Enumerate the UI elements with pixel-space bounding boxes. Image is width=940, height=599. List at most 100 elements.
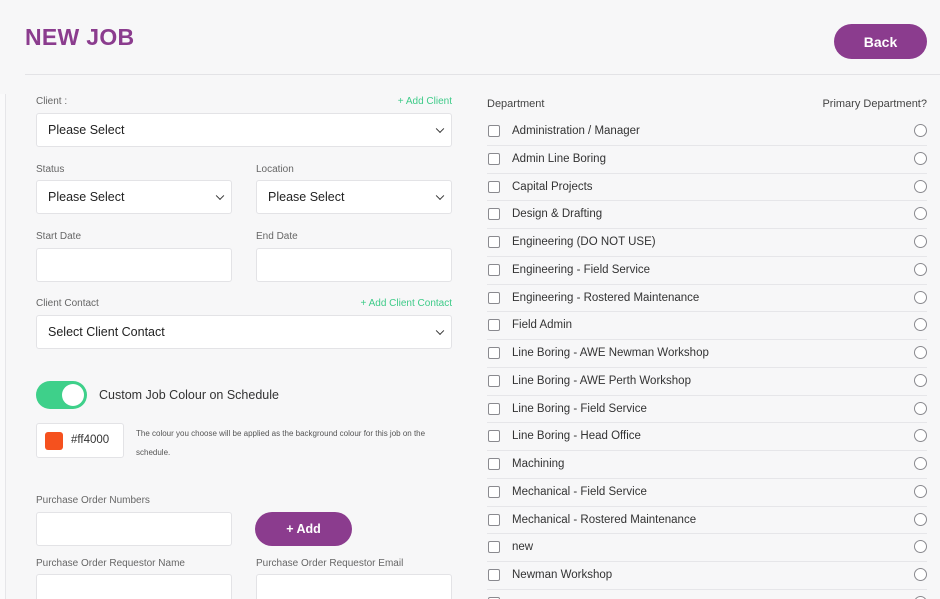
- department-checkbox[interactable]: [488, 236, 500, 248]
- client-select[interactable]: Please Select: [36, 113, 452, 147]
- client-contact-select-value: Select Client Contact: [48, 325, 165, 339]
- department-row: Engineering (DO NOT USE): [487, 229, 927, 257]
- location-label: Location: [256, 164, 294, 175]
- primary-department-radio[interactable]: [914, 401, 927, 415]
- department-label: Line Boring - Field Service: [512, 402, 647, 415]
- primary-department-radio[interactable]: [914, 207, 927, 221]
- department-checkbox[interactable]: [488, 485, 500, 498]
- status-select[interactable]: Please Select: [36, 180, 232, 214]
- client-contact-label: Client Contact: [36, 298, 99, 309]
- chevron-down-icon: [435, 124, 445, 134]
- primary-department-radio[interactable]: [914, 235, 927, 248]
- department-checkbox[interactable]: [488, 208, 500, 221]
- chevron-down-icon: [215, 191, 225, 201]
- department-checkbox[interactable]: [488, 125, 500, 137]
- colour-hex-value: #ff4000: [71, 434, 110, 446]
- department-row: Design & Drafting: [487, 201, 927, 229]
- add-po-button[interactable]: + Add: [255, 512, 352, 546]
- department-row: Line Boring - Field Service: [487, 396, 927, 424]
- department-row: Capital Projects: [487, 174, 927, 202]
- primary-department-header: Primary Department?: [822, 98, 927, 110]
- department-checkbox[interactable]: [488, 263, 500, 276]
- colour-note: The colour you choose will be applied as…: [136, 429, 426, 457]
- primary-department-radio[interactable]: [914, 484, 927, 498]
- custom-colour-toggle[interactable]: [36, 381, 87, 409]
- primary-department-radio[interactable]: [914, 290, 927, 304]
- department-checkbox[interactable]: [488, 569, 500, 581]
- department-row: Admin Line Boring: [487, 146, 927, 174]
- department-checkbox[interactable]: [488, 430, 500, 443]
- department-checkbox[interactable]: [488, 319, 500, 332]
- primary-department-radio[interactable]: [914, 262, 927, 276]
- back-button[interactable]: Back: [834, 24, 927, 59]
- colour-picker[interactable]: #ff4000: [36, 423, 124, 458]
- department-row: Field Admin: [487, 312, 927, 340]
- department-checkbox[interactable]: [488, 458, 500, 470]
- primary-department-radio[interactable]: [914, 457, 927, 470]
- primary-department-radio[interactable]: [914, 373, 927, 387]
- department-row: [487, 590, 927, 599]
- client-contact-select[interactable]: Select Client Contact: [36, 315, 452, 349]
- primary-department-radio[interactable]: [914, 318, 927, 332]
- location-select-value: Please Select: [268, 190, 345, 204]
- primary-department-radio[interactable]: [914, 429, 927, 443]
- end-date-input[interactable]: [256, 248, 452, 282]
- department-checkbox[interactable]: [488, 402, 500, 415]
- primary-department-radio[interactable]: [914, 512, 927, 526]
- department-row: Mechanical - Rostered Maintenance: [487, 507, 927, 535]
- department-label: Engineering - Field Service: [512, 263, 651, 276]
- department-label: Mechanical - Field Service: [512, 485, 647, 498]
- primary-department-radio[interactable]: [914, 124, 927, 137]
- department-label: new: [512, 541, 534, 554]
- po-requestor-email-input[interactable]: [256, 574, 452, 599]
- primary-department-radio[interactable]: [914, 540, 927, 554]
- department-label: Newman Workshop: [512, 569, 613, 581]
- start-date-input[interactable]: [36, 248, 232, 282]
- department-checkbox[interactable]: [488, 541, 500, 554]
- department-row: new: [487, 534, 927, 562]
- location-select[interactable]: Please Select: [256, 180, 452, 214]
- po-numbers-input[interactable]: [36, 512, 232, 546]
- department-row: Engineering - Field Service: [487, 257, 927, 285]
- department-label: Line Boring - AWE Newman Workshop: [512, 347, 709, 359]
- department-row: Engineering - Rostered Maintenance: [487, 285, 927, 313]
- add-client-contact-link[interactable]: + Add Client Contact: [322, 298, 452, 309]
- department-label: Engineering (DO NOT USE): [512, 236, 656, 248]
- department-label: Mechanical - Rostered Maintenance: [512, 513, 697, 526]
- client-label: Client :: [36, 96, 68, 107]
- department-label: Engineering - Rostered Maintenance: [512, 291, 700, 304]
- chevron-down-icon: [435, 191, 445, 201]
- department-row: Mechanical - Field Service: [487, 479, 927, 507]
- colour-swatch: [45, 432, 63, 450]
- po-requestor-email-label: Purchase Order Requestor Email: [256, 558, 404, 569]
- department-checkbox[interactable]: [488, 347, 500, 359]
- department-checkbox[interactable]: [488, 152, 500, 165]
- po-numbers-label: Purchase Order Numbers: [36, 495, 150, 506]
- department-row: Line Boring - Head Office: [487, 423, 927, 451]
- primary-department-radio[interactable]: [914, 151, 927, 165]
- chevron-down-icon: [435, 326, 445, 336]
- department-row: Line Boring - AWE Perth Workshop: [487, 368, 927, 396]
- po-requestor-name-input[interactable]: [36, 574, 232, 599]
- page-title: NEW JOB: [25, 24, 135, 50]
- start-date-label: Start Date: [36, 231, 82, 242]
- department-checkbox[interactable]: [488, 513, 500, 526]
- header-divider: [25, 74, 940, 75]
- primary-department-radio[interactable]: [914, 346, 927, 359]
- department-checkbox[interactable]: [488, 374, 500, 387]
- department-label: Machining: [512, 458, 565, 470]
- add-client-link[interactable]: + Add Client: [352, 96, 452, 107]
- primary-department-radio[interactable]: [914, 179, 927, 193]
- department-label: Field Admin: [512, 319, 573, 332]
- primary-department-radio[interactable]: [914, 568, 927, 581]
- department-label: Line Boring - Head Office: [512, 430, 641, 443]
- po-requestor-name-label: Purchase Order Requestor Name: [36, 558, 185, 569]
- custom-colour-label: Custom Job Colour on Schedule: [99, 388, 279, 402]
- department-checkbox[interactable]: [488, 180, 500, 193]
- department-header: Department: [487, 98, 545, 110]
- status-select-value: Please Select: [48, 190, 125, 204]
- department-checkbox[interactable]: [488, 291, 500, 304]
- department-label: Capital Projects: [512, 180, 593, 193]
- department-row: Machining: [487, 451, 927, 479]
- left-panel-edge: [0, 94, 6, 599]
